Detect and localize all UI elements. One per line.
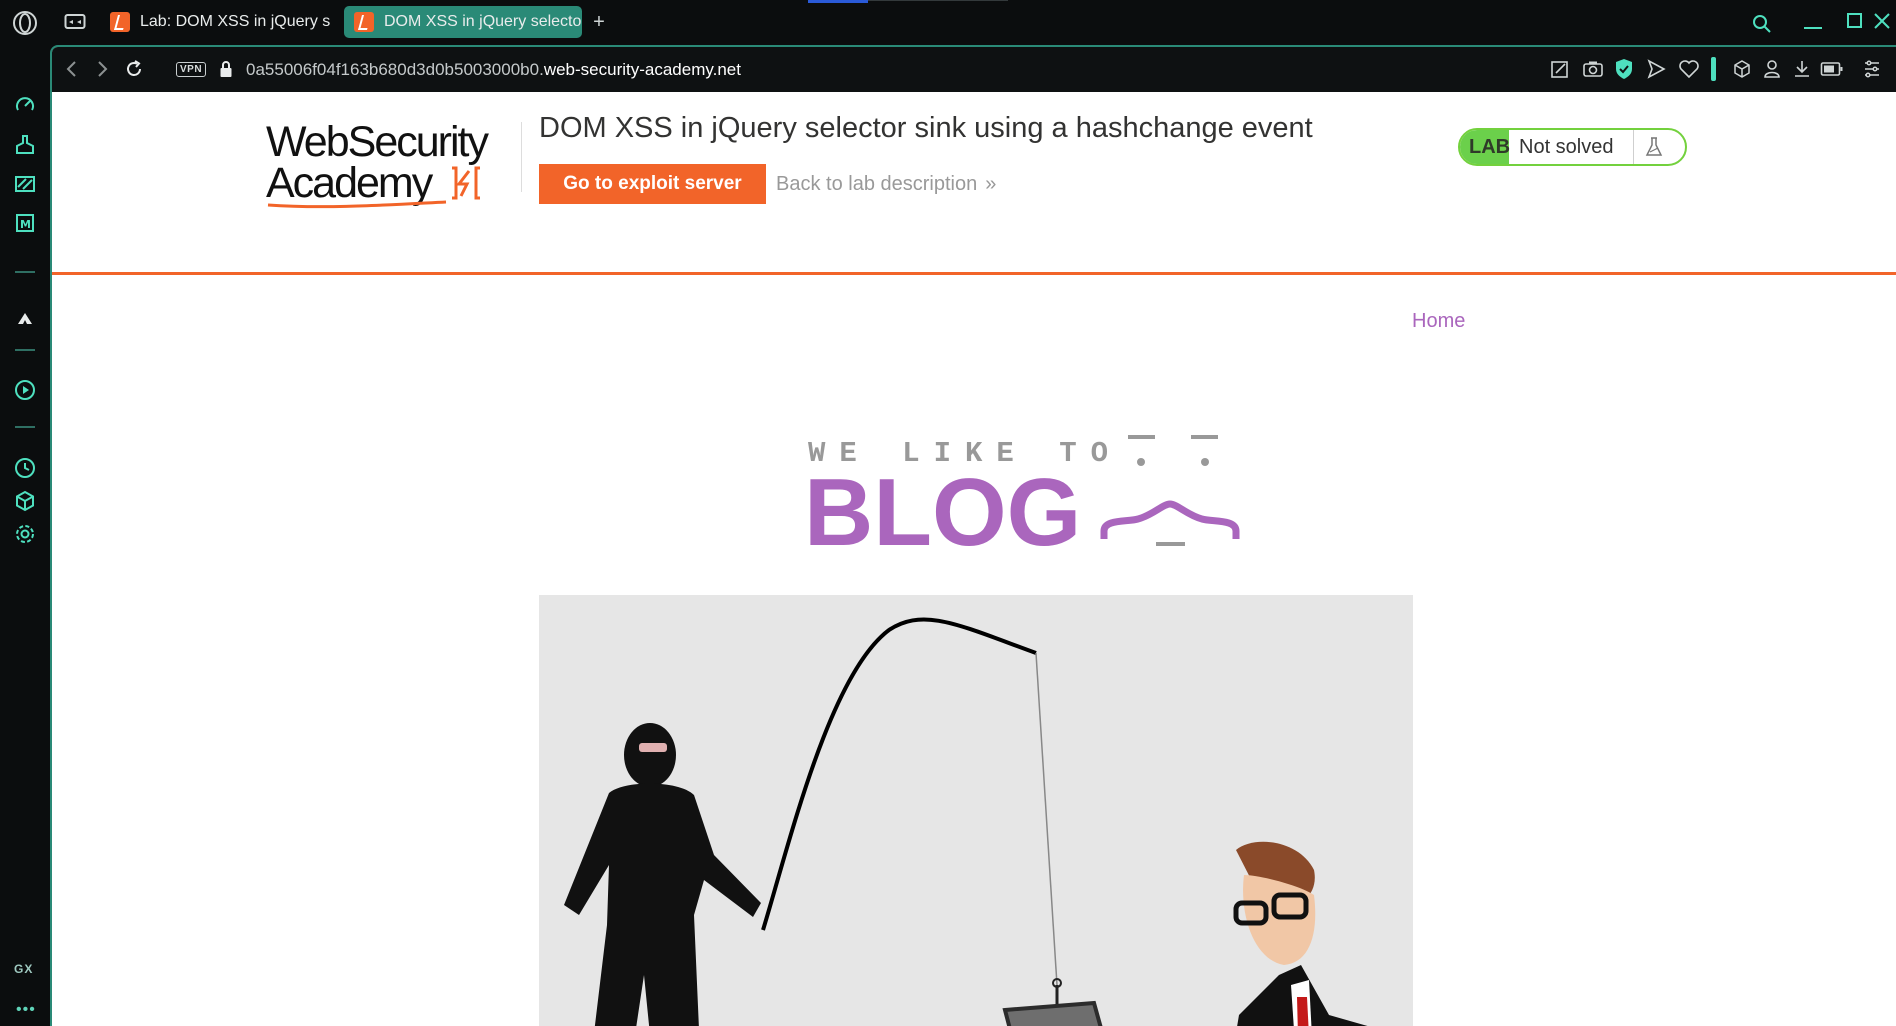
download-icon[interactable] [1792,58,1812,80]
header-divider [521,122,522,192]
back-link-label: Back to lab description [776,173,978,195]
sidebar-separator [15,271,35,273]
mods-icon[interactable]: M [14,212,36,234]
go-to-exploit-server-button[interactable]: Go to exploit server [539,164,766,204]
tab-title: Lab: DOM XSS in jQuery selector sink usi… [140,13,330,30]
address-bar: VPN 0a55006f04f163b680d3d0b5003000b0.web… [52,47,1896,92]
address-url[interactable]: 0a55006f04f163b680d3d0b5003000b0.web-sec… [246,60,741,80]
wallpapers-icon[interactable] [14,173,36,195]
gamepad-tabs-icon[interactable] [64,13,86,31]
lab-title: DOM XSS in jQuery selector sink using a … [539,112,1313,144]
portswigger-favicon-icon [354,12,374,32]
maximize-icon[interactable] [1846,12,1864,30]
player-icon[interactable] [14,379,36,401]
heart-icon[interactable] [1678,59,1700,79]
browser-content-frame: VPN 0a55006f04f163b680d3d0b5003000b0.web… [50,45,1896,1026]
close-icon[interactable] [1872,11,1892,31]
minimize-icon[interactable] [1802,12,1824,32]
vpn-badge[interactable]: VPN [176,62,207,77]
portswigger-favicon-icon [110,12,130,32]
url-subdomain: 0a55006f04f163b680d3d0b5003000b0. [246,60,544,79]
gx-control-icon[interactable] [14,95,36,117]
gx-cleaner-icon[interactable] [14,134,36,156]
gx-label[interactable]: GX [14,962,33,976]
back-to-lab-description-link[interactable]: Back to lab description » [776,173,996,196]
tab-lab-description[interactable]: Lab: DOM XSS in jQuery selector sink usi… [100,6,330,38]
header-orange-rule [52,272,1896,275]
snapshot-edit-icon[interactable] [1550,59,1570,79]
web-security-academy-logo[interactable]: WebSecurity Academy [266,116,526,217]
sidebar-divider-indicator [1711,57,1716,81]
history-icon[interactable] [14,457,36,479]
svg-text:M: M [20,218,31,231]
tab-bar-divider [868,0,1008,1]
aria-icon[interactable] [15,309,35,329]
lab-status-widget: LAB Not solved [1458,128,1687,166]
tab-bar-indicator [808,0,868,3]
chevron-right-icon: » [985,173,996,195]
camera-icon[interactable] [1582,59,1604,79]
easy-setup-menu-icon[interactable] [1862,59,1882,79]
battery-saver-icon[interactable] [1820,61,1844,77]
profile-icon[interactable] [1762,58,1782,80]
tab-title: DOM XSS in jQuery selector sink using a … [384,13,582,30]
home-link[interactable]: Home [1412,310,1465,333]
blog-post-image-phishing[interactable] [539,595,1413,1026]
sidebar-separator [15,349,35,351]
settings-gear-icon[interactable] [14,523,36,545]
flask-icon [1633,130,1674,164]
back-icon[interactable] [64,60,80,78]
adblock-shield-icon[interactable] [1614,58,1634,80]
web-page: WebSecurity Academy DOM XSS in jQuery se… [52,92,1896,1026]
blog-header-title: BLOG [808,459,1081,559]
opera-gx-logo-icon[interactable] [12,10,38,36]
lab-badge: LAB [1460,130,1510,164]
sidebar-separator [15,426,35,428]
new-tab-button[interactable]: + [588,12,610,34]
lock-icon[interactable] [219,60,233,78]
extensions-icon[interactable] [14,490,36,512]
tab-lab-page[interactable]: DOM XSS in jQuery selector sink using a … [344,6,582,38]
sidebar-more-button[interactable]: ••• [16,1001,36,1019]
cube-extensions-icon[interactable] [1732,59,1752,79]
blog-header-logo: WE LIKE TO BLOG [804,429,1248,566]
lab-status-text: Not solved [1519,135,1614,158]
logo-line-2: Academy [266,159,434,207]
tab-bar: Lab: DOM XSS in jQuery selector sink usi… [0,0,1896,45]
forward-icon[interactable] [94,60,110,78]
send-icon[interactable] [1646,59,1666,79]
url-domain: web-security-academy.net [543,60,741,79]
browser-sidebar: M GX ••• [0,45,52,1026]
search-icon[interactable] [1752,14,1772,34]
reload-icon[interactable] [124,59,144,79]
